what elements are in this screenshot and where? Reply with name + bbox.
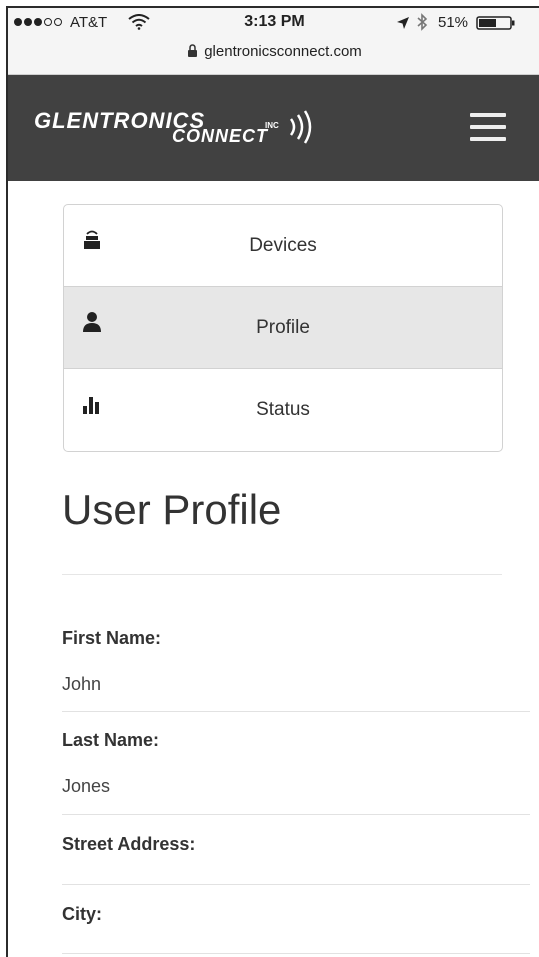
field-divider [62, 953, 530, 954]
title-divider [62, 574, 502, 575]
field-label-street-address: Street Address: [62, 834, 196, 854]
field-label-city: City: [62, 904, 102, 924]
field-divider [62, 884, 530, 885]
field-divider [62, 814, 530, 815]
nav-label-profile: Profile [256, 317, 310, 338]
bluetooth-icon [417, 13, 428, 31]
phone-screen: AT&T 3:13 PM 51% glentronicsconnect.com [6, 6, 539, 957]
battery-percentage: 51% [438, 14, 469, 31]
page-title: User Profile [62, 486, 282, 533]
lock-icon [188, 44, 198, 57]
app-header: GLENTRONICS INC CONNECT [8, 75, 539, 181]
field-divider [62, 711, 530, 712]
location-arrow-icon [397, 17, 409, 29]
logo-subtitle: CONNECT [172, 126, 268, 146]
status-bar: AT&T 3:13 PM 51% glentronicsconnect.com [8, 8, 539, 75]
field-label-first-name: First Name: [62, 628, 162, 648]
field-value-last-name: Jones [62, 776, 111, 796]
nav-item-status[interactable]: Status [64, 369, 502, 451]
nav-item-profile[interactable]: Profile [64, 287, 502, 369]
signal-waves-icon [289, 110, 312, 144]
url-text: glentronicsconnect.com [204, 43, 362, 60]
field-label-last-name: Last Name: [62, 730, 160, 750]
field-value-first-name: John [62, 674, 102, 694]
address-bar[interactable]: glentronicsconnect.com [8, 43, 539, 60]
glentronics-logo[interactable]: GLENTRONICS INC CONNECT [34, 108, 354, 158]
nav-menu: Devices Profile Status [63, 204, 503, 452]
hamburger-menu-icon[interactable] [470, 113, 506, 143]
battery-icon [476, 16, 515, 30]
nav-item-devices[interactable]: Devices [64, 205, 502, 287]
nav-label-status: Status [256, 399, 310, 420]
nav-label-devices: Devices [249, 235, 317, 256]
